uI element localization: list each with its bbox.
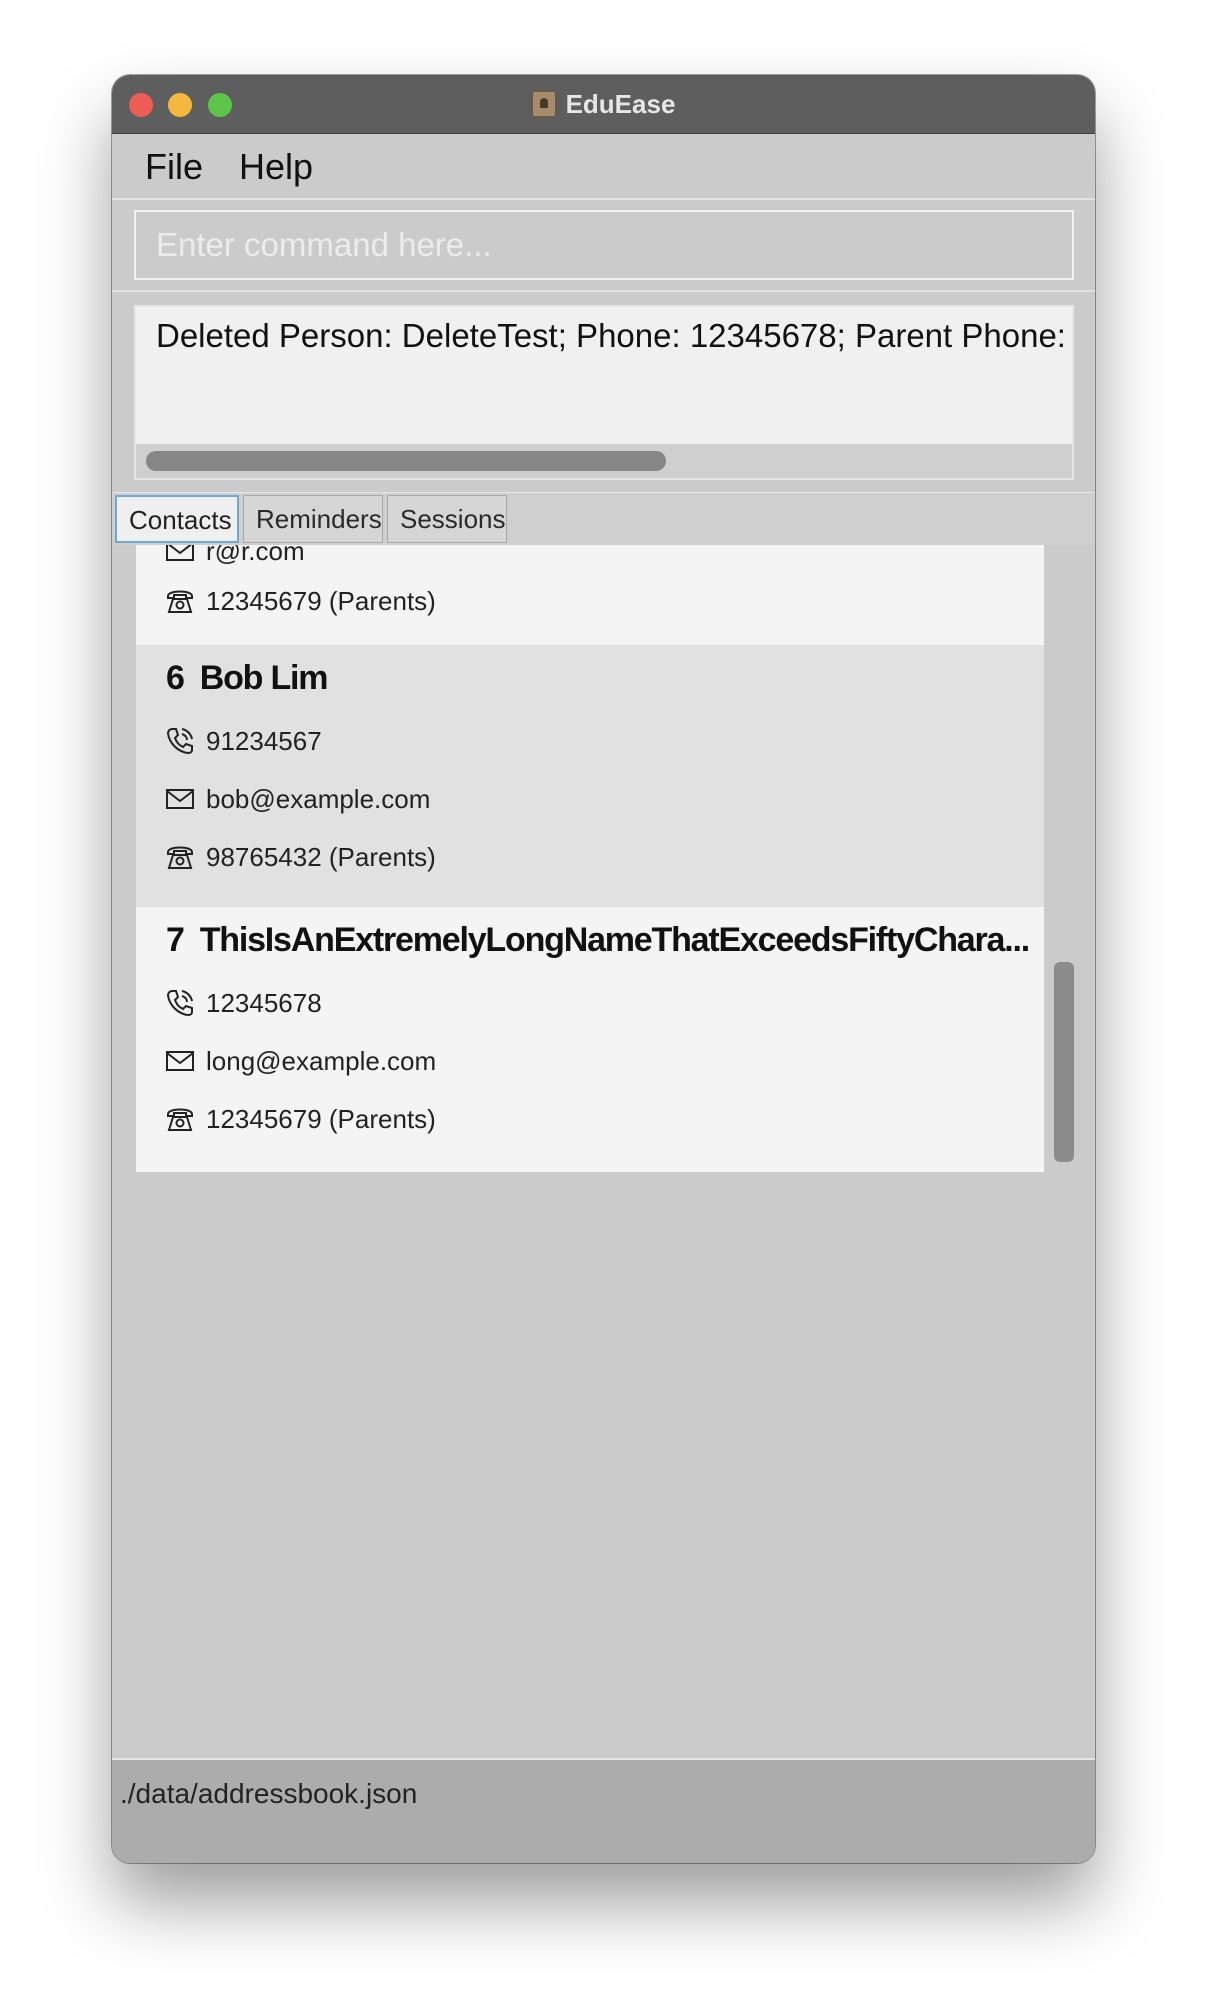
parent-phone-field: 12345679 (Parents) [164,1099,436,1139]
email-text: r@r.com [206,545,305,566]
command-box-area [112,200,1095,292]
title-bar: EduEase [112,75,1095,134]
contact-index: 6 [166,659,185,697]
phone-icon [166,990,193,1017]
result-horizontal-scrollbar[interactable] [136,444,1072,478]
email-field: r@r.com [164,545,305,571]
email-text: long@example.com [206,1045,437,1076]
phone-field: 12345678 [164,983,322,1023]
contact-card[interactable]: 6 Bob Lim 91234567 bob@example.com 98765… [136,645,1044,907]
parent-phone-text: 12345679 (Parents) [206,1103,436,1134]
result-display: Deleted Person: DeleteTest; Phone: 12345… [134,305,1074,480]
contact-name: 7 ThisIsAnExtremelyLongNameThatExceedsFif… [166,921,1030,960]
contact-name-text: Bob Lim [199,659,329,697]
phone-text: 91234567 [206,725,322,756]
contact-index: 7 [166,921,185,959]
parent-phone-field: 12345679 (Parents) [164,581,436,621]
parent-phone-field: 98765432 (Parents) [164,837,436,877]
result-text: Deleted Person: DeleteTest; Phone: 12345… [156,317,1074,354]
tab-sessions[interactable]: Sessions [387,495,507,543]
result-scroll-thumb[interactable] [146,451,666,471]
tab-contacts[interactable]: Contacts [115,495,239,543]
status-bar: ./data/addressbook.json [112,1758,1095,1863]
envelope-icon [166,1051,194,1071]
envelope-icon [166,789,194,809]
contact-card[interactable]: 7 ThisIsAnExtremelyLongNameThatExceedsFif… [136,907,1044,1172]
telephone-icon [167,846,193,869]
telephone-icon [167,1108,193,1131]
phone-text: 12345678 [206,987,322,1018]
envelope-icon [166,545,194,561]
data-file-path: ./data/addressbook.json [120,1778,418,1809]
title-wrap: EduEase [112,75,1095,133]
menu-help[interactable]: Help [239,146,313,188]
contact-list[interactable]: r@r.com 12345679 (Parents) 6 Bob Lim 912… [112,545,1095,1757]
telephone-icon [167,590,193,613]
command-input[interactable] [134,210,1074,280]
menu-file[interactable]: File [145,146,203,188]
tab-reminders[interactable]: Reminders [243,495,383,543]
tab-bar: Contacts Reminders Sessions [112,492,1095,546]
parent-phone-text: 12345679 (Parents) [206,585,436,616]
app-window: EduEase File Help Deleted Person: Delete… [112,75,1095,1863]
phone-icon [166,728,193,755]
list-vertical-scrollbar[interactable] [1054,962,1074,1162]
window-title: EduEase [565,88,676,119]
phone-field: 91234567 [164,721,322,761]
contact-name-text: ThisIsAnExtremelyLongNameThatExceedsFift… [199,921,1030,959]
contact-name: 6 Bob Lim [166,659,329,698]
email-field: long@example.com [164,1041,436,1081]
parent-phone-text: 98765432 (Parents) [206,841,436,872]
email-field: bob@example.com [164,779,430,819]
menu-bar: File Help [112,134,1095,200]
email-text: bob@example.com [206,783,431,814]
app-icon [531,91,556,117]
contact-card[interactable]: r@r.com 12345679 (Parents) [136,545,1044,645]
